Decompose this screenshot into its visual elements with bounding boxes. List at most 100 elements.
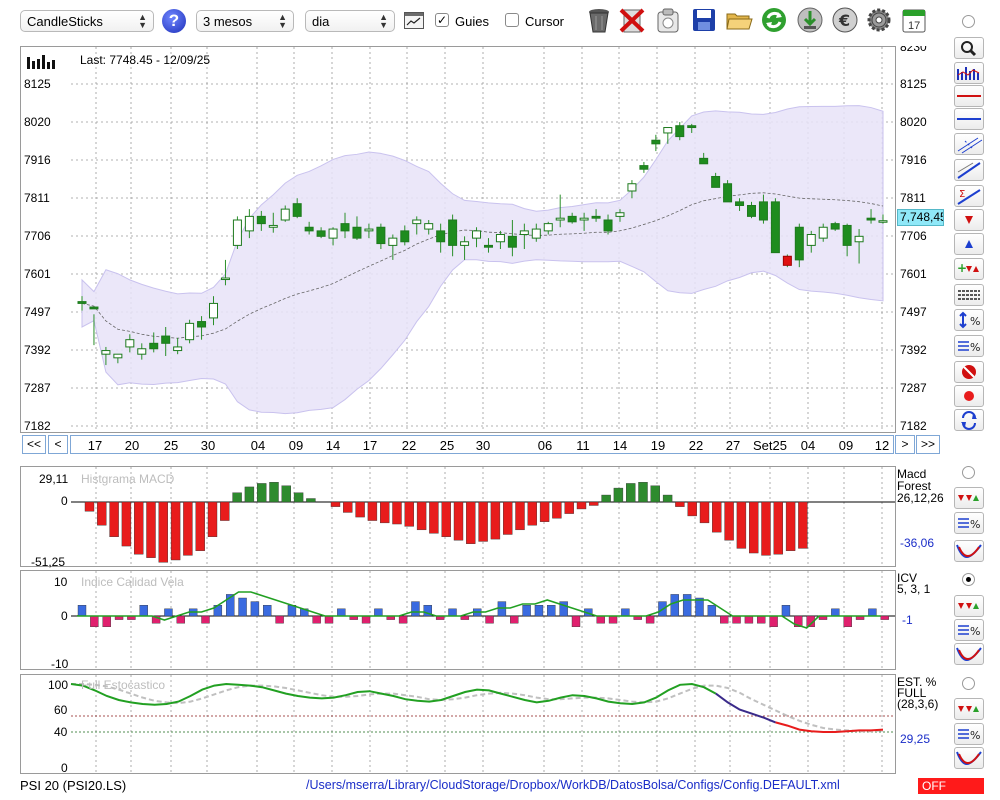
stochastic-panel[interactable]: Full Estocastico 100 60 40 0: [20, 674, 896, 775]
candle-body: [220, 277, 230, 281]
macd-bar: [564, 501, 574, 514]
x-axis-date-label: 14: [612, 438, 628, 453]
icv-bar: [374, 608, 383, 617]
nav-prev-button[interactable]: <: [48, 435, 68, 454]
nav-first-button[interactable]: <<: [22, 435, 46, 454]
horizontal-line-blue-icon[interactable]: [954, 108, 984, 130]
save-icon[interactable]: [690, 6, 718, 34]
nav-last-button[interactable]: >>: [916, 435, 940, 454]
download-icon[interactable]: [796, 6, 824, 34]
arrow-up-blue-icon[interactable]: [954, 233, 984, 255]
y-axis-label-right: 8230: [900, 40, 927, 54]
record-icon[interactable]: [954, 385, 984, 407]
macd-bar: [687, 501, 697, 517]
zoom-icon[interactable]: [954, 37, 984, 59]
chart-bars-icon: [27, 55, 57, 72]
calendar-icon[interactable]: 17: [900, 6, 928, 34]
y-axis-label-left: 7182: [24, 419, 51, 433]
icv-radio[interactable]: [962, 573, 975, 586]
stochastic-curve-icon[interactable]: [954, 747, 984, 769]
config-path-link[interactable]: /Users/mserra/Library/CloudStorage/Dropb…: [306, 778, 840, 792]
icv-lines-percent-icon[interactable]: %: [954, 619, 984, 641]
svg-text:%: %: [970, 315, 980, 328]
euro-icon[interactable]: €: [831, 6, 859, 34]
nav-next-button[interactable]: >: [895, 435, 915, 454]
horizontal-line-red-icon[interactable]: [954, 85, 984, 107]
icv-signals-icon[interactable]: [954, 595, 984, 617]
macd-bar: [392, 501, 402, 525]
macd-bar: [183, 501, 193, 556]
grid-lines-icon[interactable]: [954, 284, 984, 306]
candle-body: [555, 217, 565, 221]
macd-bar: [638, 482, 648, 503]
trash-icon[interactable]: [585, 6, 613, 34]
channel-icon[interactable]: [954, 133, 984, 155]
candle-body: [854, 235, 864, 243]
macd-bar: [675, 501, 685, 507]
period-select[interactable]: 3 mesos ▲ ▼: [196, 10, 294, 32]
icv-panel[interactable]: Indice Calidad Vela 10 0 -10: [20, 570, 896, 671]
settings-icon[interactable]: [865, 6, 893, 34]
x-axis-date-label: 30: [200, 438, 216, 453]
macd-panel[interactable]: Histgrama MACD 29,11 0 -51,25: [20, 466, 896, 569]
sync-icon[interactable]: [954, 409, 984, 431]
chart-style-icon[interactable]: [954, 62, 984, 84]
icv-bar: [670, 594, 679, 617]
icv-bar: [312, 615, 321, 624]
chart-type-select[interactable]: CandleSticks ▲ ▼: [20, 10, 154, 32]
guides-checkbox[interactable]: ✓: [435, 13, 449, 27]
macd-signals-icon[interactable]: [954, 487, 984, 509]
macd-bar: [158, 501, 169, 563]
macd-lines-percent-icon[interactable]: %: [954, 512, 984, 534]
candle-body: [806, 234, 816, 246]
stochastic-y-40: 40: [54, 725, 68, 739]
stop-icon[interactable]: [954, 361, 984, 383]
period-value: 3 mesos: [203, 14, 253, 29]
candle-body: [173, 346, 183, 352]
trendline-icon[interactable]: [954, 159, 984, 181]
arrow-down-red-icon[interactable]: [954, 209, 984, 231]
open-folder-icon[interactable]: [725, 6, 753, 34]
stochastic-signals-icon[interactable]: [954, 698, 984, 720]
candle-body: [448, 219, 458, 246]
main-chart-panel[interactable]: Last: 7748.45 - 12/09/25: [20, 46, 896, 433]
off-status-button[interactable]: OFF: [918, 778, 984, 794]
icv-bar: [238, 597, 247, 617]
cursor-checkbox[interactable]: [505, 13, 519, 27]
icv-bar: [176, 615, 186, 624]
macd-bar: [220, 501, 230, 521]
macd-curve-icon[interactable]: [954, 540, 984, 562]
clipboard-icon[interactable]: [654, 6, 682, 34]
lines-percent-icon[interactable]: %: [954, 335, 984, 357]
icv-curve-icon[interactable]: [954, 643, 984, 665]
macd-bar: [662, 494, 673, 503]
bollinger-band: [81, 105, 884, 415]
candle-body: [519, 230, 529, 236]
y-axis-label-left: 7497: [24, 305, 51, 319]
y-axis-label-left: 7601: [24, 267, 51, 281]
icv-bar: [275, 615, 284, 624]
stochastic-radio[interactable]: [962, 677, 975, 690]
buy-sell-signals-icon[interactable]: +: [954, 258, 984, 280]
x-axis-date-label: 22: [688, 438, 704, 453]
date-axis-bar[interactable]: 17 20 25 30 04 09 14 17 22 25 30 06 11 14 19 22 27 Set25 0…: [70, 435, 894, 454]
fibonacci-icon[interactable]: Σ: [954, 185, 984, 207]
delete-icon[interactable]: [618, 6, 646, 34]
stochastic-k-line-mid: [715, 692, 776, 724]
candle: [185, 319, 195, 344]
chart-window-icon[interactable]: [404, 12, 424, 29]
stochastic-lines-percent-icon[interactable]: %: [954, 723, 984, 745]
candle-body: [268, 224, 278, 228]
macd-bar: [773, 501, 783, 555]
help-icon[interactable]: ?: [162, 9, 186, 33]
main-chart-radio[interactable]: [962, 15, 975, 28]
interval-select[interactable]: dia ▲ ▼: [305, 10, 395, 32]
macd-bar: [330, 501, 341, 507]
icv-bar: [534, 605, 544, 617]
x-axis-date-label: 25: [439, 438, 455, 453]
refresh-icon[interactable]: [760, 6, 788, 34]
macd-bar: [269, 482, 279, 503]
scale-percent-icon[interactable]: %: [954, 309, 984, 331]
macd-radio[interactable]: [962, 466, 975, 479]
icv-bar: [324, 615, 334, 624]
